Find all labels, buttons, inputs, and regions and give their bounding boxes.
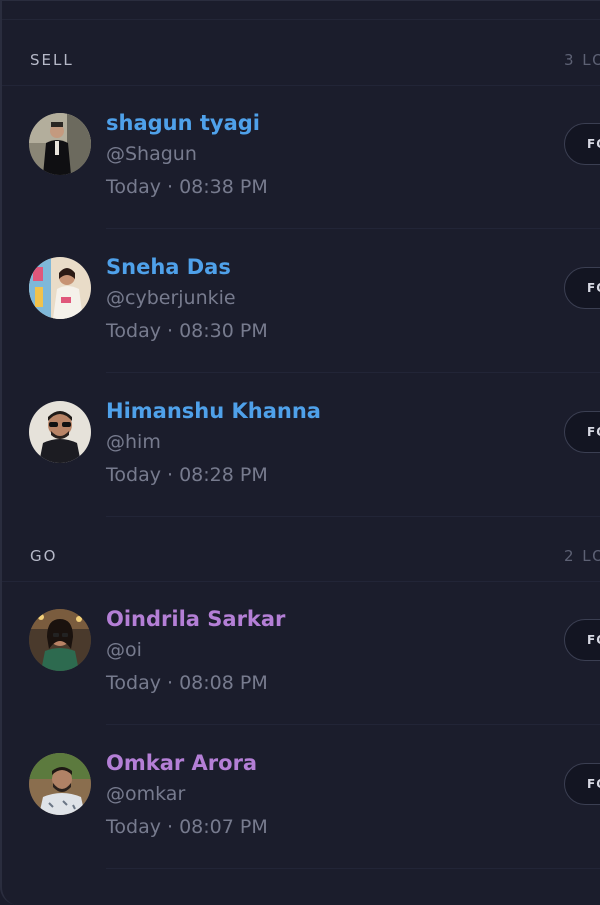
section-header-go: GO 2 LO (2, 531, 600, 582)
user-handle: @omkar (106, 783, 186, 805)
list-item[interactable]: Sneha Das @cyberjunkie Today · 08:30 PM … (2, 229, 600, 373)
avatar[interactable] (29, 113, 91, 175)
list-item[interactable]: Omkar Arora @omkar Today · 08:07 PM FO (2, 725, 600, 869)
section-title: SELL (30, 51, 74, 69)
avatar-image (29, 113, 91, 175)
avatar[interactable] (29, 753, 91, 815)
timestamp: Today · 08:07 PM (106, 816, 268, 838)
section-title: GO (30, 547, 58, 565)
avatar[interactable] (29, 609, 91, 671)
follow-button[interactable]: FO (564, 763, 600, 805)
avatar-image (29, 609, 91, 671)
section-count: 2 LO (564, 547, 600, 565)
user-name[interactable]: Himanshu Khanna (106, 399, 321, 423)
avatar[interactable] (29, 401, 91, 463)
row-divider (106, 516, 600, 517)
follow-button[interactable]: FO (564, 123, 600, 165)
follow-button[interactable]: FO (564, 619, 600, 661)
timestamp: Today · 08:30 PM (106, 320, 268, 342)
section-count: 3 LO (564, 51, 600, 69)
user-name[interactable]: shagun tyagi (106, 111, 260, 135)
avatar-image (29, 401, 91, 463)
user-handle: @cyberjunkie (106, 287, 236, 309)
user-handle: @him (106, 431, 161, 453)
follow-button[interactable]: FO (564, 267, 600, 309)
user-name[interactable]: Oindrila Sarkar (106, 607, 285, 631)
timestamp: Today · 08:08 PM (106, 672, 268, 694)
list-item[interactable]: Himanshu Khanna @him Today · 08:28 PM FO (2, 373, 600, 517)
follow-button[interactable]: FO (564, 411, 600, 453)
avatar[interactable] (29, 257, 91, 319)
avatar-image (29, 257, 91, 319)
user-name[interactable]: Omkar Arora (106, 751, 257, 775)
user-name[interactable]: Sneha Das (106, 255, 231, 279)
avatar-image (29, 753, 91, 815)
user-handle: @oi (106, 639, 142, 661)
row-divider (106, 868, 600, 869)
list-item[interactable]: Oindrila Sarkar @oi Today · 08:08 PM FO (2, 581, 600, 725)
timestamp: Today · 08:38 PM (106, 176, 268, 198)
activity-panel: SELL 3 LO shagun tyagi @Shagun Today · 0… (0, 0, 600, 905)
section-header-sell: SELL 3 LO (2, 35, 600, 86)
timestamp: Today · 08:28 PM (106, 464, 268, 486)
top-divider (2, 19, 600, 20)
user-handle: @Shagun (106, 143, 197, 165)
list-item[interactable]: shagun tyagi @Shagun Today · 08:38 PM FO (2, 85, 600, 229)
